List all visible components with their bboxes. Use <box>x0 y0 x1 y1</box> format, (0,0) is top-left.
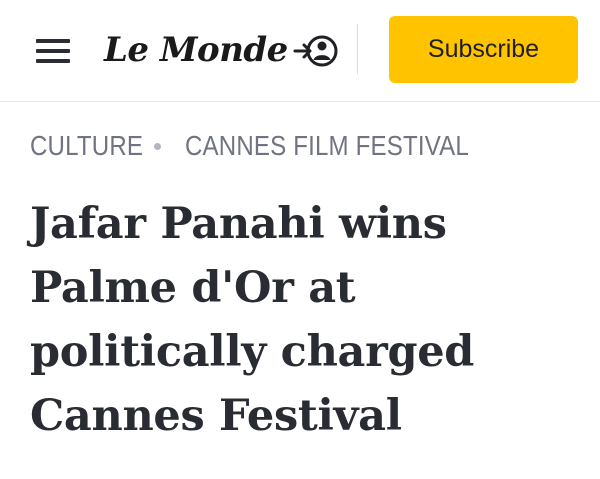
menu-bar <box>36 49 70 53</box>
page: Le Monde Subscribe CULTURE CANNES FILM F… <box>0 0 600 479</box>
headline-line: Palme d'Or at <box>30 263 356 313</box>
breadcrumb-item-culture[interactable]: CULTURE <box>30 130 143 162</box>
breadcrumb: CULTURE CANNES FILM FESTIVAL <box>30 126 515 166</box>
breadcrumb-item-cannes-film-festival[interactable]: CANNES FILM FESTIVAL <box>185 130 469 162</box>
subscribe-button[interactable]: Subscribe <box>389 16 578 83</box>
headline-line: Jafar Panahi wins <box>30 199 447 249</box>
menu-bar <box>36 59 70 63</box>
top-header: Le Monde Subscribe <box>0 0 600 102</box>
hamburger-menu-icon[interactable] <box>36 38 70 64</box>
article-headline: Jafar Panahi wins Palme d'Or at politica… <box>30 192 590 448</box>
headline-line: Cannes Festival <box>30 391 402 441</box>
breadcrumb-separator <box>154 142 161 150</box>
site-logo[interactable]: Le Monde <box>104 26 288 74</box>
header-divider <box>357 24 358 74</box>
headline-line: politically charged <box>30 327 475 377</box>
account-login-icon[interactable] <box>293 32 339 70</box>
menu-bar <box>36 39 70 43</box>
